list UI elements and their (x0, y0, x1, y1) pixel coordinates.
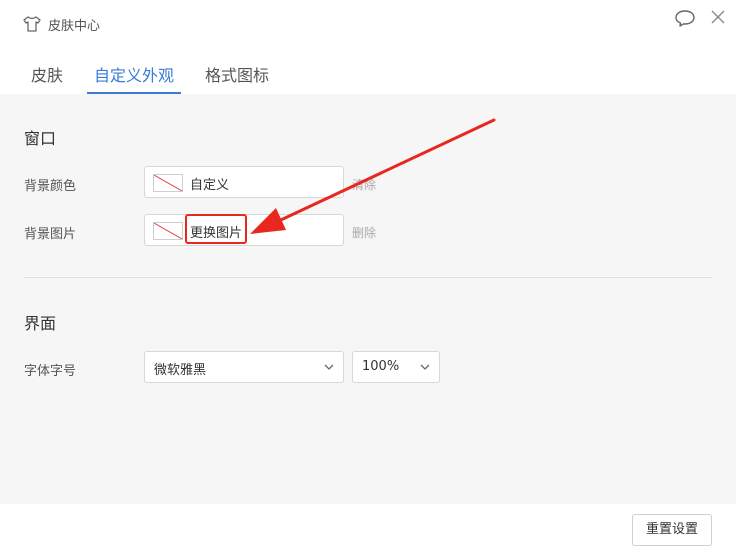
footer: 重置设置 (0, 504, 736, 556)
reset-settings-button[interactable]: 重置设置 (632, 514, 712, 546)
annotation-arrow (250, 118, 496, 234)
